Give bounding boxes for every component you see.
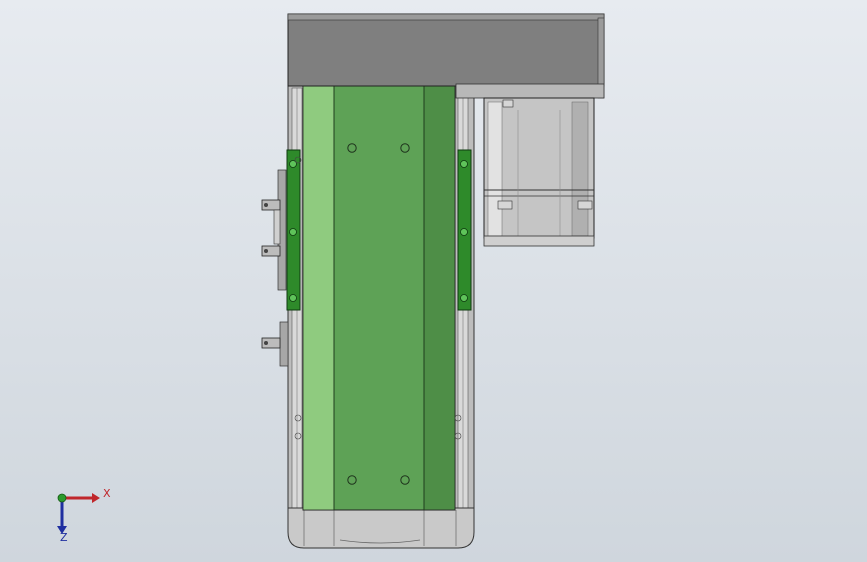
x-axis-label: X (103, 487, 111, 500)
axis-triad (57, 493, 100, 534)
x-arrowhead (92, 493, 100, 503)
conveyor-belt (302, 84, 456, 511)
end-cap (287, 507, 475, 549)
conveyor-model[interactable] (0, 0, 867, 562)
drive-housing (287, 13, 605, 99)
z-axis-label: Z (60, 531, 68, 544)
motor (483, 97, 595, 247)
triad-origin (57, 493, 67, 503)
right-bracket (457, 149, 472, 311)
left-bracket (286, 149, 301, 311)
cad-viewport[interactable]: X Z (0, 0, 867, 562)
